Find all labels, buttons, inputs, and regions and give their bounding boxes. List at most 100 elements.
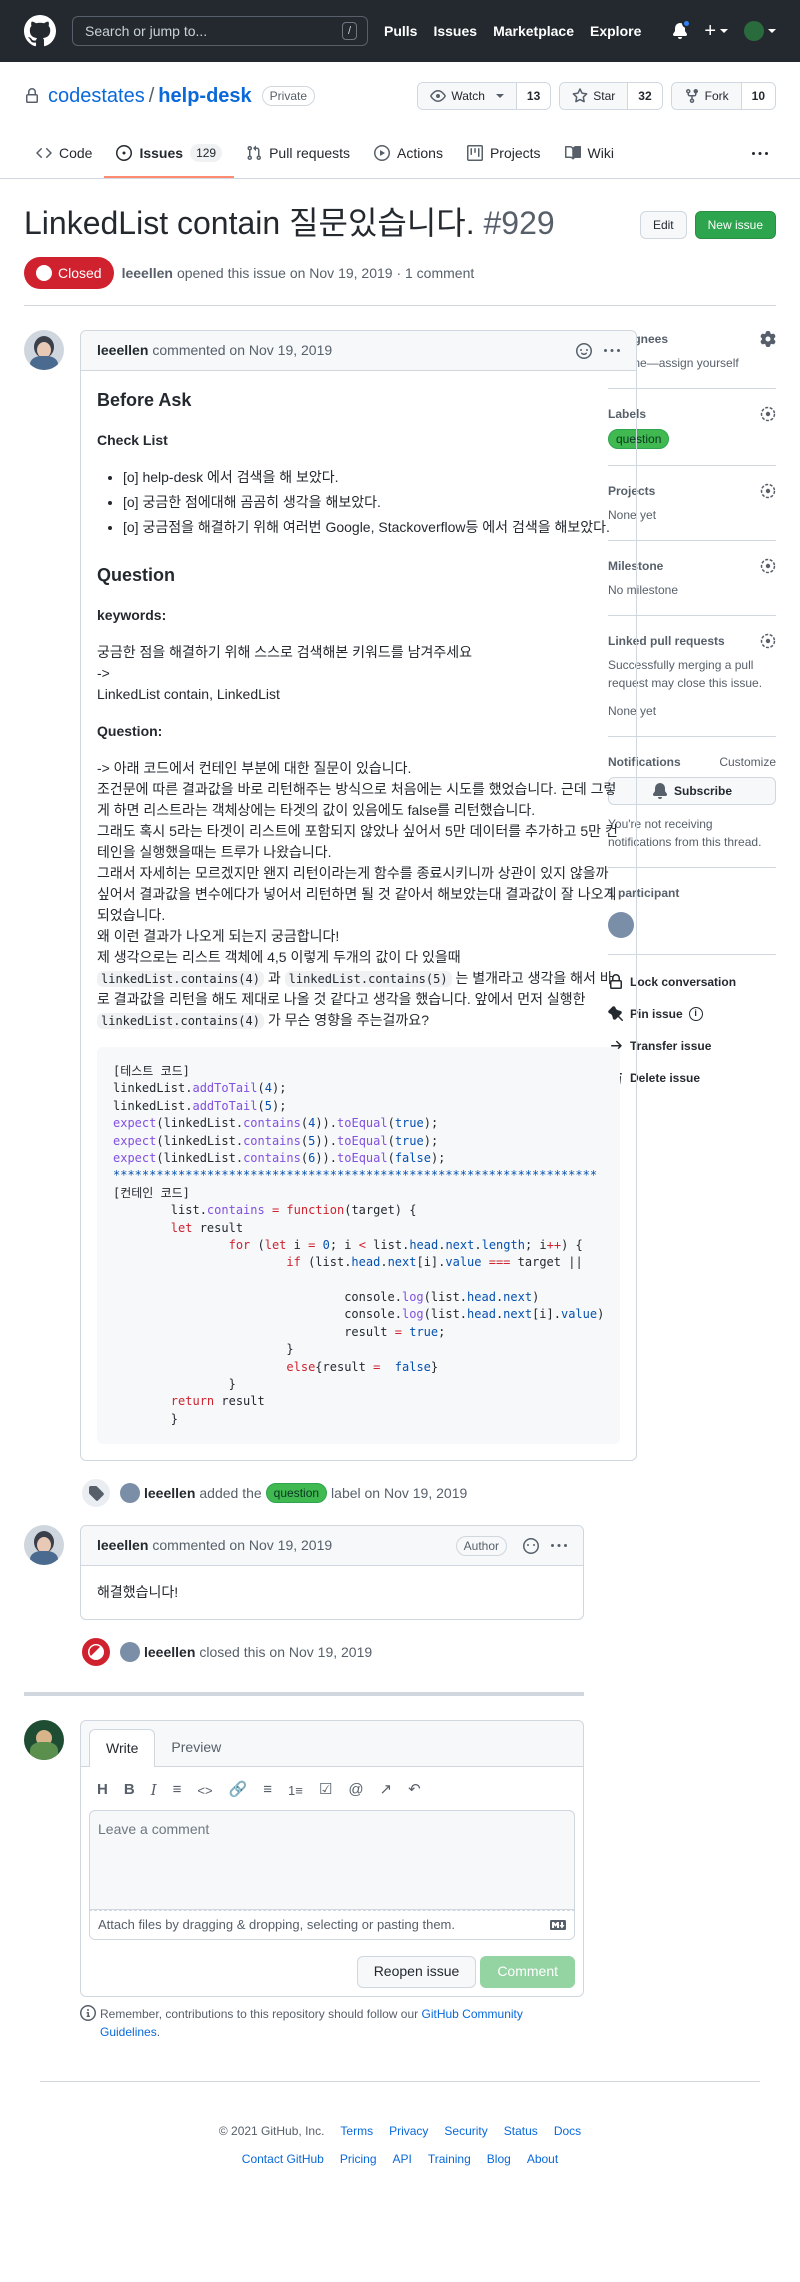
smiley-icon[interactable] — [576, 342, 593, 359]
italic-icon[interactable]: I — [151, 1779, 157, 1802]
issue-author-link[interactable]: leeellen — [122, 263, 173, 284]
quote-icon[interactable]: ≡ — [173, 1779, 182, 1802]
repo-owner-link[interactable]: codestates — [48, 81, 145, 111]
comment-textarea[interactable]: Leave a comment — [89, 1809, 575, 1910]
fork-button-group: Fork 10 — [670, 82, 776, 110]
avatar[interactable] — [608, 912, 634, 938]
footer-link-api[interactable]: API — [393, 2150, 412, 2168]
issue-state-label: Closed — [58, 264, 102, 281]
list-item: [o] help-desk 에서 검색을 해 보았다. — [123, 467, 620, 488]
comment-author[interactable]: leeellen — [97, 1535, 148, 1556]
footer-link-blog[interactable]: Blog — [487, 2150, 511, 2168]
more-tabs-kebab-icon[interactable] — [744, 130, 776, 178]
comment-date[interactable]: commented on Nov 19, 2019 — [152, 1535, 332, 1556]
tab-issues[interactable]: Issues 129 — [104, 130, 235, 178]
create-new-dropdown[interactable]: + — [704, 21, 728, 41]
cross-reference-icon[interactable]: ↗ — [380, 1779, 393, 1802]
footer-link-status[interactable]: Status — [504, 2122, 538, 2140]
avatar[interactable] — [24, 1720, 64, 1761]
heading-icon[interactable]: H — [97, 1779, 108, 1802]
tab-actions-label: Actions — [397, 144, 443, 161]
watch-count[interactable]: 13 — [516, 83, 551, 109]
bold-icon[interactable]: B — [124, 1779, 135, 1802]
file-attach-zone[interactable]: Attach files by dragging & dropping, sel… — [89, 1909, 575, 1940]
avatar[interactable] — [120, 1642, 140, 1663]
timeline-comment: leeellen commented on Nov 19, 2019 Autho… — [24, 1525, 584, 1621]
event-author[interactable]: leeellen — [144, 1642, 195, 1663]
code-icon[interactable]: <> — [197, 1781, 212, 1801]
event-author[interactable]: leeellen — [144, 1483, 195, 1504]
fork-button[interactable]: Fork — [671, 83, 742, 109]
reopen-issue-button[interactable]: Reopen issue — [356, 1955, 477, 1988]
question-text: 가 무슨 영향을 주는걸까요? — [263, 1012, 429, 1028]
comment-author[interactable]: leeellen — [97, 340, 148, 361]
comment-date[interactable]: commented on Nov 19, 2019 — [152, 340, 332, 361]
author-badge: Author — [455, 1535, 507, 1556]
tab-wiki[interactable]: Wiki — [553, 130, 626, 178]
saved-reply-icon[interactable]: ↶ — [408, 1779, 421, 1802]
footer-link-privacy[interactable]: Privacy — [389, 2122, 428, 2140]
nav-marketplace[interactable]: Marketplace — [493, 21, 574, 42]
kebab-menu-icon[interactable] — [604, 343, 621, 359]
star-button-group: Star 32 — [559, 82, 663, 110]
numbered-list-icon[interactable]: 1≡ — [288, 1781, 303, 1801]
kebab-menu-icon[interactable] — [551, 1538, 567, 1554]
gear-icon[interactable] — [760, 483, 776, 499]
slash-shortcut-hint: / — [341, 22, 357, 40]
new-issue-button[interactable]: New issue — [694, 211, 776, 239]
tab-write[interactable]: Write — [89, 1729, 156, 1768]
nav-explore[interactable]: Explore — [590, 21, 641, 42]
task-list-icon[interactable]: ☑ — [319, 1779, 332, 1802]
mention-icon[interactable]: @ — [348, 1779, 363, 1802]
gear-icon[interactable] — [760, 633, 776, 649]
fork-count[interactable]: 10 — [741, 83, 775, 109]
watch-button[interactable]: Watch — [418, 83, 517, 109]
star-button[interactable]: Star — [560, 83, 629, 109]
footer-link-pricing[interactable]: Pricing — [340, 2150, 377, 2168]
customize-link[interactable]: Customize — [719, 753, 776, 771]
tab-projects[interactable]: Projects — [455, 130, 553, 178]
footer-link-docs[interactable]: Docs — [554, 2122, 581, 2140]
nav-issues[interactable]: Issues — [433, 21, 477, 42]
tab-actions[interactable]: Actions — [362, 130, 455, 178]
bell-icon — [652, 783, 667, 799]
avatar[interactable] — [120, 1483, 140, 1504]
bullet-list-icon[interactable]: ≡ — [263, 1779, 272, 1802]
avatar[interactable] — [24, 1525, 64, 1566]
heading-check-list: Check List — [97, 432, 168, 448]
footer-link-about[interactable]: About — [527, 2150, 558, 2168]
footer-link-training[interactable]: Training — [428, 2150, 471, 2168]
info-icon — [80, 2004, 96, 2021]
gear-icon[interactable] — [760, 406, 776, 422]
tab-preview[interactable]: Preview — [155, 1729, 237, 1766]
tab-issues-label: Issues — [139, 144, 184, 161]
footer-link-security[interactable]: Security — [444, 2122, 487, 2140]
gear-icon[interactable] — [760, 331, 776, 347]
heading-question-detail: Question: — [97, 723, 163, 739]
smiley-icon[interactable] — [523, 1537, 539, 1554]
pin-issue-label: Pin issue — [630, 1007, 683, 1021]
inline-code: linkedList.contains(4) — [97, 1013, 264, 1029]
heading-before-ask: Before Ask — [97, 390, 192, 410]
avatar[interactable] — [24, 330, 64, 370]
footer-link-terms[interactable]: Terms — [340, 2122, 373, 2140]
fork-label: Fork — [704, 89, 729, 103]
github-logo-icon[interactable] — [24, 15, 56, 47]
star-count[interactable]: 32 — [628, 83, 662, 109]
tab-code[interactable]: Code — [24, 130, 104, 178]
tab-pull-requests[interactable]: Pull requests — [234, 130, 362, 178]
repo-name-link[interactable]: help-desk — [158, 81, 251, 111]
inline-code: linkedList.contains(4) — [97, 971, 264, 987]
gear-icon[interactable] — [760, 558, 776, 574]
edit-title-button[interactable]: Edit — [639, 211, 687, 239]
link-icon[interactable]: 🔗 — [229, 1779, 248, 1802]
search-input[interactable]: Search or jump to... / — [72, 16, 368, 46]
user-menu-dropdown[interactable] — [744, 21, 776, 41]
footer-link-contact[interactable]: Contact GitHub — [242, 2150, 324, 2168]
lock-icon — [26, 88, 38, 103]
question-label-badge[interactable]: question — [265, 1483, 328, 1504]
markdown-icon[interactable] — [550, 1917, 566, 1933]
comment-submit-button[interactable]: Comment — [480, 1955, 575, 1988]
notifications-bell-icon[interactable] — [672, 19, 692, 39]
nav-pulls[interactable]: Pulls — [384, 21, 417, 42]
